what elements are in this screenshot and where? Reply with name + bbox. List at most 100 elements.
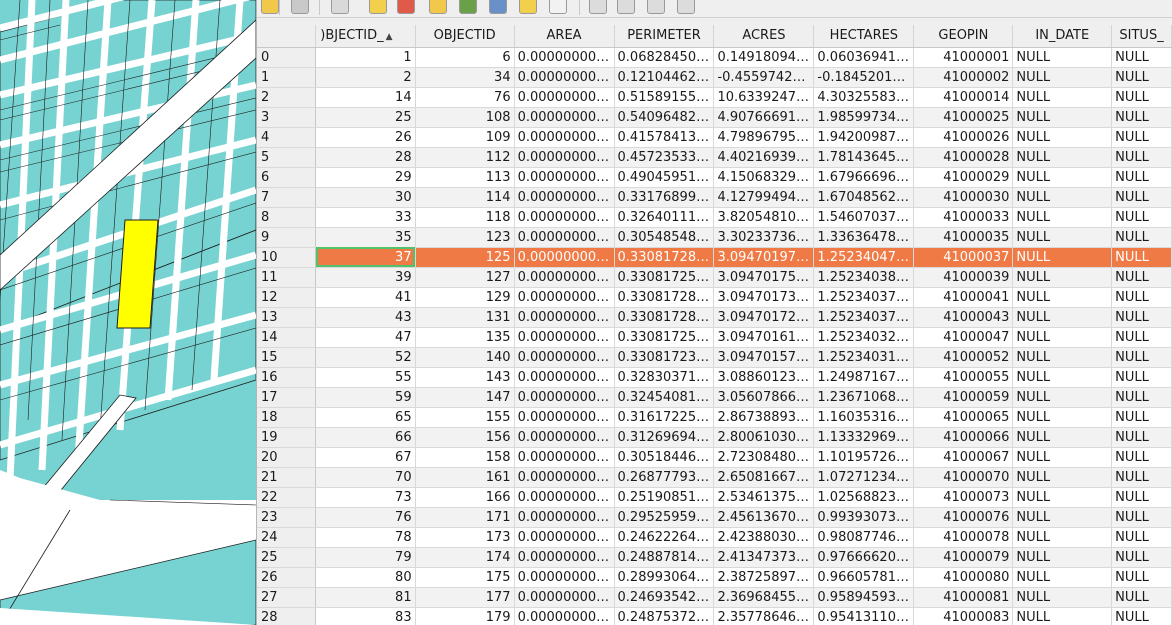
table-cell[interactable]: 41000035 <box>913 227 1014 248</box>
table-row[interactable]: 11 39 127 0.00000000… 0.33081725… 3.09470175…… <box>257 267 1172 288</box>
table-cell[interactable]: NULL <box>1111 567 1172 588</box>
table-cell[interactable]: 41000041 <box>913 287 1014 308</box>
table-row[interactable]: 9 35 123 0.00000000… 0.30548548… 3.30233736… 1… <box>257 227 1172 248</box>
table-cell[interactable]: 1.78143645… <box>813 147 915 168</box>
table-cell[interactable]: NULL <box>1012 227 1113 248</box>
row-number-header[interactable]: 14 <box>257 327 317 348</box>
table-cell[interactable]: 0.33081728… <box>614 307 715 328</box>
table-cell[interactable]: 73 <box>315 487 416 508</box>
table-cell[interactable]: NULL <box>1111 327 1172 348</box>
row-number-header[interactable]: 28 <box>257 607 317 625</box>
table-cell[interactable]: NULL <box>1012 387 1113 408</box>
table-cell[interactable]: 0.30518446… <box>614 447 715 468</box>
table-cell[interactable]: NULL <box>1012 47 1113 68</box>
row-number-header[interactable]: 0 <box>257 47 317 68</box>
table-cell[interactable]: 158 <box>415 447 515 468</box>
table-cell[interactable]: 41000073 <box>913 487 1014 508</box>
table-row[interactable]: 21 70 161 0.00000000… 0.26877793… 2.65081667…… <box>257 467 1172 488</box>
table-cell[interactable]: 41000065 <box>913 407 1014 428</box>
table-cell[interactable]: 123 <box>415 227 515 248</box>
table-cell[interactable]: 41000066 <box>913 427 1014 448</box>
table-cell[interactable]: 41000033 <box>913 207 1014 228</box>
table-cell[interactable]: 0.24875372… <box>614 607 715 625</box>
table-cell[interactable]: 0.49045951… <box>614 167 715 188</box>
table-cell[interactable]: 41000047 <box>913 327 1014 348</box>
table-cell[interactable]: 76 <box>315 507 416 528</box>
deselect-all-icon[interactable] <box>397 0 415 14</box>
table-cell[interactable]: 2.36968455… <box>713 587 815 608</box>
table-cell[interactable]: 0.32830371… <box>614 367 715 388</box>
table-cell[interactable]: 6 <box>415 47 515 68</box>
table-cell[interactable]: 41000059 <box>913 387 1014 408</box>
table-cell[interactable]: NULL <box>1111 47 1172 68</box>
table-cell[interactable]: 0.24887814… <box>614 547 715 568</box>
table-cell[interactable]: NULL <box>1012 87 1113 108</box>
row-number-header[interactable]: 19 <box>257 427 317 448</box>
table-row[interactable]: 19 66 156 0.00000000… 0.31269694… 2.80061030…… <box>257 427 1172 448</box>
row-number-header[interactable]: 11 <box>257 267 317 288</box>
table-cell[interactable]: 1.25234038… <box>813 267 915 288</box>
row-number-header[interactable]: 20 <box>257 447 317 468</box>
table-cell[interactable]: 4.90766691… <box>713 107 815 128</box>
table-cell[interactable]: 0.00000000… <box>514 607 615 625</box>
table-cell[interactable]: 129 <box>415 287 515 308</box>
table-cell[interactable]: 66 <box>315 427 416 448</box>
table-cell[interactable]: -0.4559742… <box>713 67 815 88</box>
table-cell[interactable]: 2.45613670… <box>713 507 815 528</box>
table-cell[interactable]: 3.30233736… <box>713 227 815 248</box>
column-header[interactable]: ACRES <box>713 25 815 48</box>
table-cell[interactable]: 3.82054810… <box>713 207 815 228</box>
table-cell[interactable]: NULL <box>1012 147 1113 168</box>
table-cell[interactable]: 37 <box>315 247 416 268</box>
table-cell[interactable]: 1.33636478… <box>813 227 915 248</box>
table-cell[interactable]: 143 <box>415 367 515 388</box>
table-cell[interactable]: 0.00000000… <box>514 107 615 128</box>
table-cell[interactable]: 4.30325583… <box>813 87 915 108</box>
table-cell[interactable]: 41000039 <box>913 267 1014 288</box>
table-row[interactable]: 10 37 125 0.00000000… 0.33081728… 3.09470197…… <box>257 247 1172 268</box>
table-cell[interactable]: NULL <box>1111 547 1172 568</box>
table-cell[interactable]: 3.09470161… <box>713 327 815 348</box>
column-header[interactable]: SITUS_ <box>1111 25 1172 48</box>
table-cell[interactable]: 14 <box>315 87 416 108</box>
table-cell[interactable]: 65 <box>315 407 416 428</box>
table-cell[interactable]: 41000081 <box>913 587 1014 608</box>
table-cell[interactable]: 155 <box>415 407 515 428</box>
table-row[interactable]: 20 67 158 0.00000000… 0.30518446… 2.72308480…… <box>257 447 1172 468</box>
table-cell[interactable]: 1.25234032… <box>813 327 915 348</box>
table-cell[interactable]: 41000083 <box>913 607 1014 625</box>
delete-field-icon[interactable] <box>647 0 665 14</box>
table-cell[interactable]: 41000067 <box>913 447 1014 468</box>
table-cell[interactable]: NULL <box>1012 527 1113 548</box>
table-cell[interactable]: 1.24987167… <box>813 367 915 388</box>
table-cell[interactable]: 3.09470172… <box>713 307 815 328</box>
table-cell[interactable]: 41000001 <box>913 47 1014 68</box>
table-cell[interactable]: NULL <box>1111 507 1172 528</box>
table-cell[interactable]: 1.67048562… <box>813 187 915 208</box>
table-cell[interactable]: 0.00000000… <box>514 227 615 248</box>
table-cell[interactable]: NULL <box>1111 387 1172 408</box>
table-row[interactable]: 12 41 129 0.00000000… 0.33081728… 3.09470173…… <box>257 287 1172 308</box>
table-cell[interactable]: 0.00000000… <box>514 567 615 588</box>
row-number-header[interactable]: 16 <box>257 367 317 388</box>
table-cell[interactable]: 0.00000000… <box>514 87 615 108</box>
row-number-header[interactable]: 23 <box>257 507 317 528</box>
table-cell[interactable]: 4.15068329… <box>713 167 815 188</box>
row-number-header[interactable]: 6 <box>257 167 317 188</box>
table-cell[interactable]: 4.40216939… <box>713 147 815 168</box>
table-cell[interactable]: NULL <box>1012 67 1113 88</box>
table-cell[interactable]: 2.38725897… <box>713 567 815 588</box>
table-cell[interactable]: 0.51589155… <box>614 87 715 108</box>
table-cell[interactable]: 0.30548548… <box>614 227 715 248</box>
map-canvas[interactable] <box>0 0 256 625</box>
table-row[interactable]: 15 52 140 0.00000000… 0.33081723… 3.09470157…… <box>257 347 1172 368</box>
table-cell[interactable]: NULL <box>1111 187 1172 208</box>
table-cell[interactable]: NULL <box>1012 247 1113 268</box>
table-cell[interactable]: 0.00000000… <box>514 547 615 568</box>
table-cell[interactable]: 0.26877793… <box>614 467 715 488</box>
row-number-header[interactable]: 18 <box>257 407 317 428</box>
table-cell[interactable]: NULL <box>1012 427 1113 448</box>
table-cell[interactable]: 0.00000000… <box>514 147 615 168</box>
row-number-header[interactable]: 26 <box>257 567 317 588</box>
table-cell[interactable]: 2 <box>315 67 416 88</box>
